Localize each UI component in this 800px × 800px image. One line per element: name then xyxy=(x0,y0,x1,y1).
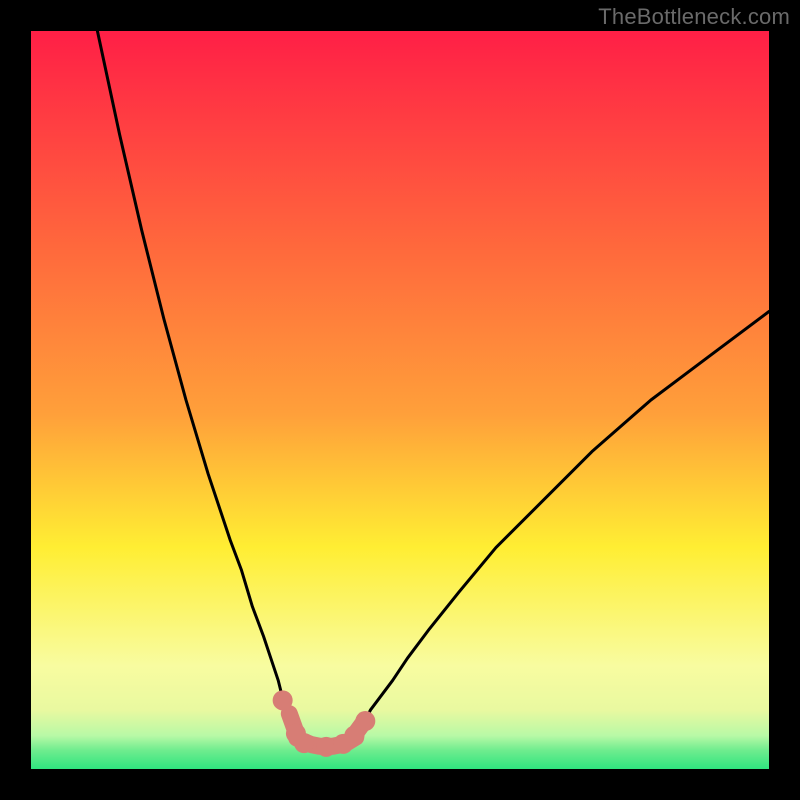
bottleneck-chart xyxy=(31,31,769,769)
bottom-marker-2 xyxy=(316,737,336,757)
watermark-text: TheBottleneck.com xyxy=(598,4,790,30)
chart-frame: TheBottleneck.com xyxy=(0,0,800,800)
right-marker-upper xyxy=(355,711,375,731)
left-marker-upper xyxy=(273,690,293,710)
chart-svg xyxy=(31,31,769,769)
chart-background xyxy=(31,31,769,769)
bottom-marker-1 xyxy=(294,733,314,753)
